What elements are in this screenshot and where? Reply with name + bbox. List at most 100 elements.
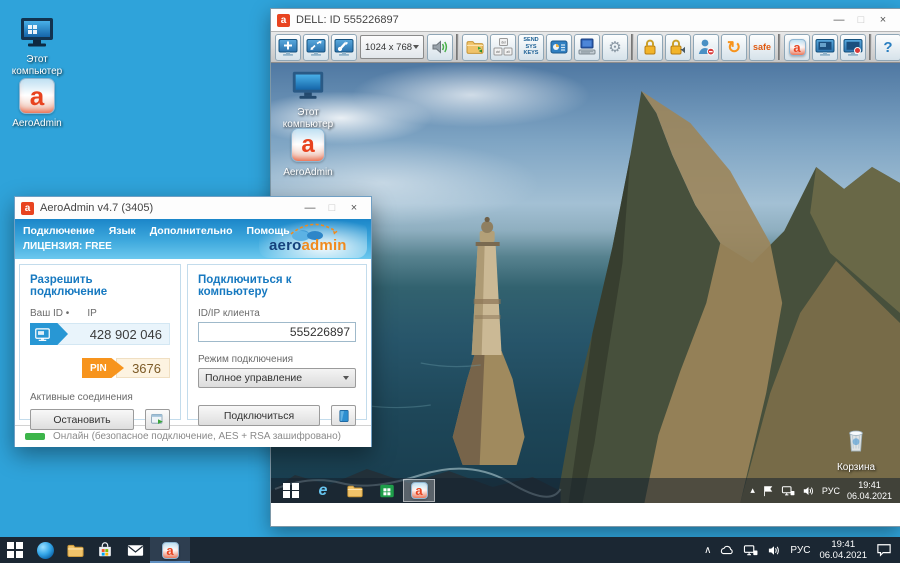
lock-workstation-button[interactable] [637, 34, 663, 61]
tray-chevron-icon[interactable]: ▴ [750, 485, 755, 496]
connect-panel-heading: Подключиться к компьютеру [198, 274, 356, 298]
aeroadmin-titlebar-icon: a [21, 202, 34, 215]
online-status-icon [25, 433, 45, 440]
block-user-button[interactable] [693, 34, 719, 61]
new-connection-button[interactable] [812, 34, 838, 61]
send-sys-keys-button[interactable]: SEND SYS KEYS [518, 34, 544, 61]
settings-gears-button[interactable]: ⚙ [602, 34, 628, 61]
connection-mode-select[interactable]: Полное управление [198, 368, 356, 388]
connection-log-button[interactable] [145, 409, 170, 430]
host-desktop-icon-aeroadmin[interactable]: a AeroAdmin [6, 76, 68, 130]
language-indicator[interactable]: РУС [822, 486, 840, 496]
blue-screen-icon [337, 408, 351, 424]
speaker-icon[interactable] [767, 544, 781, 557]
remote-desktop-icon-this-pc[interactable]: Этот компьютер [277, 65, 339, 130]
file-explorer-taskbar-icon[interactable] [60, 537, 90, 563]
remote-ie-icon[interactable]: e [307, 479, 339, 502]
mail-taskbar-icon[interactable] [120, 537, 150, 563]
maximize-button[interactable]: □ [321, 202, 343, 214]
aeroadmin-titlebar[interactable]: a AeroAdmin v4.7 (3405) — □ × [15, 197, 371, 219]
connect-button[interactable]: Подключиться [198, 405, 320, 426]
folder-icon [66, 541, 85, 560]
online-status-text: Онлайн (безопасное подключение, AES + RS… [53, 431, 341, 442]
tray-chevron-icon[interactable]: ∧ [704, 545, 711, 556]
client-id-input[interactable] [198, 322, 356, 342]
menu-advanced[interactable]: Дополнительно [150, 225, 233, 237]
toolbar-separator [778, 34, 781, 60]
close-button[interactable]: × [872, 14, 894, 26]
pin-value[interactable]: 3676 [116, 358, 170, 378]
restart-button[interactable]: ↻ [721, 34, 747, 61]
windows-logo-icon [7, 542, 23, 558]
screen-record-button[interactable] [840, 34, 866, 61]
onedrive-cloud-icon[interactable] [720, 544, 734, 557]
toolbar-separator [869, 34, 872, 60]
aeroadmin-home-button[interactable]: a [784, 34, 810, 61]
remote-desktop-icon-recycle-bin[interactable]: Корзина [826, 420, 886, 474]
connection-mode-value: Полное управление [205, 372, 302, 384]
remote-computer-button[interactable] [574, 34, 600, 61]
task-manager-button[interactable] [546, 34, 572, 61]
store-taskbar-icon[interactable] [90, 537, 120, 563]
host-time: 19:41 [819, 539, 867, 550]
recycle-bin-icon [836, 420, 876, 460]
aeroadmin-logo-icon: a [162, 542, 179, 559]
connection-mode-label: Режим подключения [198, 354, 356, 365]
your-id-value[interactable]: 428 902 046 [90, 324, 162, 344]
maximize-button[interactable]: □ [850, 14, 872, 26]
menu-language[interactable]: Язык [109, 225, 136, 237]
ctrl-alt-del-button[interactable]: del ctrl alt [490, 34, 516, 61]
logo-text-aero: aero [269, 237, 302, 254]
aeroadmin-logo-icon: a [789, 39, 806, 56]
host-clock[interactable]: 19:41 06.04.2021 [819, 539, 867, 562]
network-icon[interactable] [743, 544, 758, 557]
allow-connection-panel: Разрешить подключение Ваш ID • IP 428 90… [19, 264, 181, 420]
file-transfer-button[interactable] [462, 34, 488, 61]
aeroadmin-menu-band: Подключение Язык Дополнительно Помощь ЛИ… [15, 219, 371, 259]
remote-file-explorer-icon[interactable] [339, 479, 371, 502]
language-indicator[interactable]: РУС [790, 545, 810, 556]
edge-taskbar-icon[interactable] [30, 537, 60, 563]
minimize-button[interactable]: — [299, 202, 321, 214]
remote-desktop-icon-aeroadmin[interactable]: a AeroAdmin [277, 125, 339, 179]
display-settings-button[interactable] [331, 34, 357, 61]
aeroadmin-taskbar-button[interactable]: a [150, 537, 190, 563]
your-id-field[interactable]: 428 902 046 [30, 323, 170, 345]
sound-button[interactable] [427, 34, 453, 61]
connect-monitor-button[interactable] [331, 405, 356, 426]
connect-panel: Подключиться к компьютеру ID/IP клиента … [187, 264, 367, 420]
windows-logo-icon [283, 483, 299, 499]
action-center-icon[interactable] [876, 543, 892, 557]
remote-start-button[interactable] [275, 479, 307, 502]
remote-window-titlebar[interactable]: a DELL: ID 555226897 — □ × [271, 9, 900, 31]
speaker-icon[interactable] [802, 485, 815, 497]
fullscreen-button[interactable] [303, 34, 329, 61]
fit-to-screen-button[interactable] [275, 34, 301, 61]
block-input-button[interactable] [665, 34, 691, 61]
host-desktop-icon-this-pc[interactable]: Этот компьютер [6, 12, 68, 77]
flag-icon[interactable] [762, 485, 774, 497]
monitor-icon [35, 327, 50, 342]
edge-icon [37, 542, 54, 559]
aeroadmin-main-window: a AeroAdmin v4.7 (3405) — □ × Подключени… [14, 196, 372, 447]
desktop-icon-label: Этот компьютер [6, 54, 68, 77]
resolution-dropdown[interactable]: 1024 x 768 [360, 35, 424, 59]
help-button[interactable]: ? [875, 34, 900, 61]
internet-explorer-icon: e [319, 483, 328, 499]
remote-clock[interactable]: 19:41 06.04.2021 [847, 480, 892, 502]
remote-store-icon[interactable] [371, 479, 403, 502]
minimize-button[interactable]: — [828, 14, 850, 26]
store-bag-icon [378, 482, 396, 500]
remote-aeroadmin-taskbar-button[interactable]: a [403, 479, 435, 502]
network-icon[interactable] [781, 485, 795, 497]
this-pc-icon [288, 65, 328, 105]
stop-button[interactable]: Остановить [30, 409, 134, 430]
start-button[interactable] [0, 537, 30, 563]
menu-connection[interactable]: Подключение [23, 225, 95, 237]
svg-text:ctrl: ctrl [496, 50, 501, 54]
safe-mode-button[interactable]: safe [749, 34, 775, 61]
remote-time: 19:41 [847, 480, 892, 491]
your-id-label: Ваш ID • [30, 308, 69, 319]
id-monitor-badge[interactable] [30, 323, 68, 345]
close-button[interactable]: × [343, 202, 365, 214]
